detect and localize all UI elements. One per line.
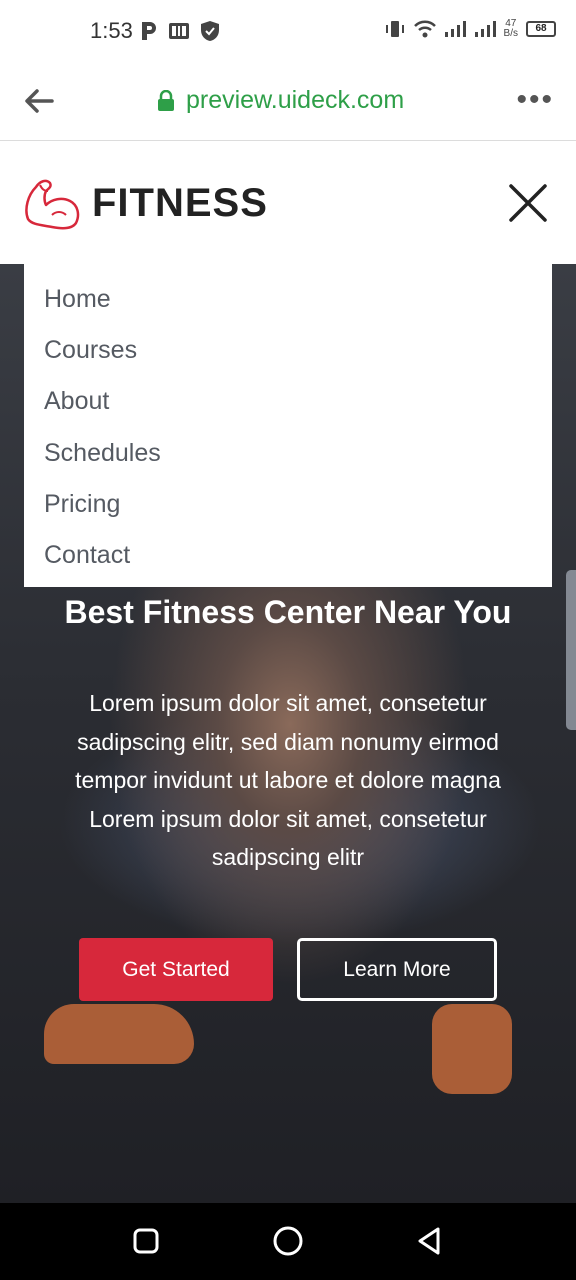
battery-icon: 68 <box>526 21 556 37</box>
back-arrow-icon[interactable] <box>22 84 56 118</box>
site-header: FITNESS <box>0 141 576 264</box>
notification-icons <box>140 20 220 42</box>
signal-icon-2 <box>474 21 496 37</box>
nav-item-schedules[interactable]: Schedules <box>24 428 552 479</box>
logo[interactable]: FITNESS <box>22 175 268 231</box>
flexed-arm-icon <box>25 179 80 230</box>
home-icon[interactable] <box>270 1223 306 1259</box>
more-options-icon[interactable]: ••• <box>516 85 554 115</box>
lock-icon <box>158 89 174 111</box>
nav-item-contact[interactable]: Contact <box>24 530 552 581</box>
recents-icon[interactable] <box>128 1223 164 1259</box>
learn-more-button[interactable]: Learn More <box>297 938 497 1001</box>
scroll-handle[interactable] <box>566 570 576 730</box>
network-rate-unit: B/s <box>503 28 518 39</box>
signal-icon <box>444 21 466 37</box>
hero-background-shoe-right <box>432 1004 512 1094</box>
news-icon <box>169 23 189 39</box>
system-icons: 47 B/s 68 <box>384 18 556 40</box>
browser-url-bar: preview.uideck.com ••• <box>0 64 576 141</box>
close-menu-icon[interactable] <box>508 183 548 223</box>
android-nav-bar <box>0 1203 576 1280</box>
url-text: preview.uideck.com <box>186 86 405 114</box>
hero-background-shoe-left <box>44 1004 194 1064</box>
nav-item-about[interactable]: About <box>24 376 552 427</box>
wifi-icon <box>413 20 436 38</box>
logo-text: FITNESS <box>92 180 268 225</box>
nav-item-home[interactable]: Home <box>24 274 552 325</box>
hero-description: Lorem ipsum dolor sit amet, consetetur s… <box>75 690 501 870</box>
vibrate-icon <box>385 21 404 37</box>
network-speed: 47 B/s <box>504 19 518 39</box>
parking-icon <box>142 22 156 40</box>
back-icon[interactable] <box>412 1223 448 1259</box>
mobile-nav-menu: Home Courses About Schedules Pricing Con… <box>24 264 552 587</box>
status-bar: 1:53 47 B/s 68 <box>0 0 576 64</box>
hero-title: Best Fitness Center Near You <box>64 594 512 630</box>
nav-item-pricing[interactable]: Pricing <box>24 479 552 530</box>
nav-item-courses[interactable]: Courses <box>24 325 552 376</box>
get-started-button[interactable]: Get Started <box>79 938 273 1001</box>
status-time: 1:53 <box>90 18 133 43</box>
url-field[interactable]: preview.uideck.com <box>156 86 404 115</box>
shield-icon <box>201 21 219 41</box>
